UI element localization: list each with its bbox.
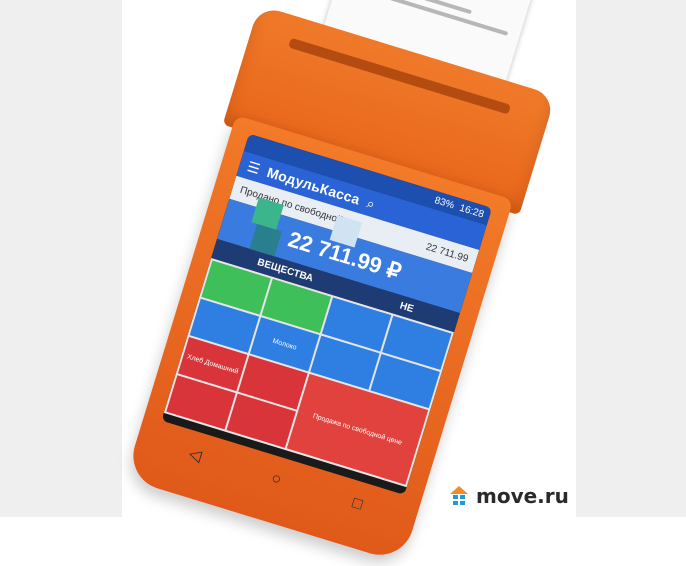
menu-icon[interactable]: ☰ [245, 158, 263, 178]
pos-terminal-photo: 83% 16:28 ☰ МодульКасса ⌕ Продано по сво… [120, 0, 580, 564]
recents-icon[interactable]: □ [343, 492, 371, 516]
tab-ne[interactable]: НЕ [398, 300, 415, 315]
move-ru-watermark: move.ru [448, 484, 569, 508]
background-band-right [576, 0, 686, 517]
logo-roof [450, 486, 468, 494]
logo-windows [453, 495, 465, 505]
touch-screen[interactable]: 83% 16:28 ☰ МодульКасса ⌕ Продано по сво… [161, 133, 493, 495]
back-icon[interactable]: ◁ [181, 442, 210, 468]
pos-terminal: 83% 16:28 ☰ МодульКасса ⌕ Продано по сво… [124, 0, 556, 564]
background-band-left [0, 0, 122, 517]
battery-level: 83% [433, 194, 456, 211]
house-logo-icon [448, 486, 470, 506]
home-icon[interactable]: ○ [262, 468, 290, 492]
search-icon[interactable]: ⌕ [365, 194, 377, 213]
watermark-text: move.ru [476, 484, 569, 508]
receipt-text-line [348, 0, 509, 36]
